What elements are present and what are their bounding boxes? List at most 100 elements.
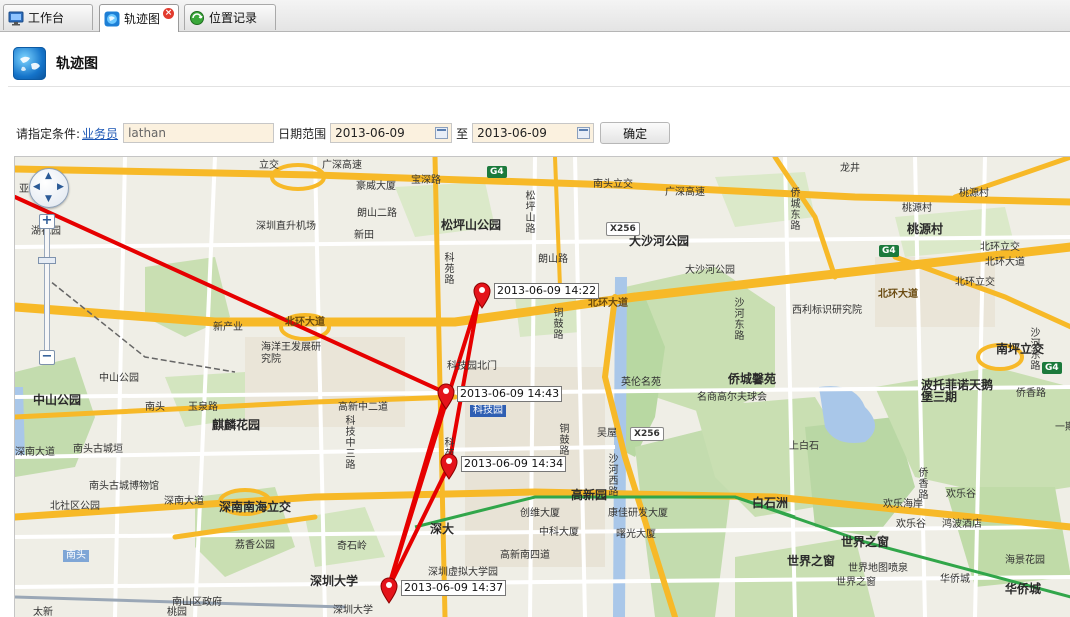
world-map-icon xyxy=(13,46,46,80)
map-label: 华侨城 xyxy=(940,574,970,585)
to-label: 至 xyxy=(456,126,469,141)
map-label: 欢乐谷 xyxy=(896,519,926,530)
track-marker-time: 2013-06-09 14:22 xyxy=(494,283,600,299)
track-marker[interactable] xyxy=(379,576,399,604)
map-label: 新田 xyxy=(354,230,374,241)
date-from-input[interactable]: 2013-06-09 xyxy=(330,123,453,143)
filter-bar: 请指定条件: 业务员 lathan 日期范围 2013-06-09 至 2013… xyxy=(16,122,671,144)
map-label: 朗山二路 xyxy=(357,208,397,219)
map-label: 世界地图喷泉 xyxy=(848,563,908,574)
tab-location-records-label: 位置记录 xyxy=(209,11,258,25)
track-marker-time: 2013-06-09 14:37 xyxy=(401,580,507,596)
map-label: 侨香路 xyxy=(916,467,927,500)
pan-right-icon[interactable]: ▶ xyxy=(57,183,64,192)
map-label: 高新中二道 xyxy=(338,402,388,413)
map-label: 科技中三路 xyxy=(343,415,354,470)
pan-control[interactable]: ▲ ▼ ◀ ▶ xyxy=(29,168,69,208)
map-label: 白石洲 xyxy=(752,496,789,510)
map-label: 英伦名苑 xyxy=(621,377,661,388)
map-label: 侨城东路 xyxy=(788,187,799,231)
date-to-input[interactable]: 2013-06-09 xyxy=(472,123,595,143)
track-marker-time: 2013-06-09 14:43 xyxy=(457,386,563,402)
map-label: 沙河东路 xyxy=(1028,327,1039,371)
pan-down-icon[interactable]: ▼ xyxy=(45,195,52,204)
map-label: 深南南海立交 xyxy=(219,500,292,514)
map-label: 名商高尔夫球会 xyxy=(697,392,767,403)
map-label: 高新南四道 xyxy=(500,550,550,561)
map-label: 桃源村 xyxy=(907,222,944,236)
map-label: 新产业 xyxy=(213,322,243,333)
map-label: 中山公园 xyxy=(99,373,139,384)
confirm-button[interactable]: 确定 xyxy=(600,122,671,144)
map-label: 南头古城垣 xyxy=(73,444,123,455)
map-label: 广深高速 xyxy=(322,160,362,171)
map-label: 玉泉路 xyxy=(188,402,218,413)
map-label: 深南大道 xyxy=(164,496,204,507)
condition-label: 请指定条件: xyxy=(16,126,81,141)
track-marker-time: 2013-06-09 14:34 xyxy=(461,456,567,472)
zoom-slider-thumb[interactable] xyxy=(38,257,56,264)
zoom-out-button[interactable]: − xyxy=(39,350,55,365)
track-marker[interactable] xyxy=(439,452,459,480)
tab-location-records[interactable]: 位置记录 xyxy=(184,4,276,30)
map-label: 深圳大学 xyxy=(310,574,359,588)
map-label: 世界之窗 xyxy=(841,535,890,549)
road-shield: X256 xyxy=(606,222,640,236)
calendar-icon[interactable] xyxy=(435,127,449,139)
map-label: 北环大道 xyxy=(285,317,325,328)
map-label: 铜鼓路 xyxy=(557,423,568,456)
map-pin-icon xyxy=(473,282,491,309)
map-label: 创维大厦 xyxy=(520,508,560,519)
map-label: 荔香公园 xyxy=(235,540,275,551)
header-divider xyxy=(8,86,1070,87)
map-label: 华侨城 xyxy=(1005,582,1042,596)
map-label: 科技园 xyxy=(470,405,506,417)
map-label: 波托菲诺天鹅堡三期 xyxy=(921,378,994,404)
map-label: 深圳直升机场 xyxy=(256,221,316,232)
map-pin-icon xyxy=(437,383,455,410)
map-label: 桃源村 xyxy=(959,188,989,199)
highway-shield: G4 xyxy=(487,166,507,178)
map-label: 欢乐谷 xyxy=(946,489,976,500)
map-label: 欢乐海岸 xyxy=(883,499,923,510)
map-label: 海景花园 xyxy=(1005,555,1045,566)
map-label: 松坪山路 xyxy=(523,190,534,234)
map-label: 世界之窗 xyxy=(836,577,876,588)
map-label: 中山公园 xyxy=(33,393,82,407)
salesman-input[interactable]: lathan xyxy=(123,123,275,143)
map-label: 桃源村 xyxy=(902,203,932,214)
map-label: 广深高速 xyxy=(665,187,705,198)
highway-shield: G4 xyxy=(1042,362,1062,374)
page-title: 轨迹图 xyxy=(56,56,98,72)
refresh-globe-icon xyxy=(189,10,205,26)
zoom-slider-track[interactable] xyxy=(44,227,50,353)
map-label: 立交 xyxy=(259,160,279,171)
map-label: 南头立交 xyxy=(593,179,633,190)
salesman-link[interactable]: 业务员 xyxy=(82,125,118,142)
tab-bar: 工作台 轨迹图 × 位置记录 xyxy=(0,0,1070,32)
map-label: 西利标识研究院 xyxy=(792,305,862,316)
map-label: 侨香路 xyxy=(1016,388,1046,399)
map-label: 南头 xyxy=(145,402,165,413)
track-map[interactable]: 立交 广深高速 宝深路 南头立交 广深高速 龙井 桃源村 桃源村 桃源村 亚总局… xyxy=(14,156,1070,617)
map-label: 大沙河公园 xyxy=(629,234,690,248)
map-label: 北环立交 xyxy=(955,277,995,288)
tab-track-map-label: 轨迹图 xyxy=(124,12,161,26)
map-label: 鸿波酒店 xyxy=(942,519,982,530)
close-icon[interactable]: × xyxy=(163,8,174,19)
track-marker[interactable] xyxy=(436,382,456,410)
pan-up-icon[interactable]: ▲ xyxy=(45,172,52,181)
map-pin-icon xyxy=(380,577,398,604)
map-label: 深大 xyxy=(430,522,455,536)
map-label: 海洋王发展研究院 xyxy=(261,342,321,365)
date-from-value: 2013-06-09 xyxy=(335,126,405,140)
pan-left-icon[interactable]: ◀ xyxy=(33,183,40,192)
tab-track-map[interactable]: 轨迹图 × xyxy=(99,4,179,32)
map-label: 中科大厦 xyxy=(539,527,579,538)
map-label: 侨城馨苑 xyxy=(728,372,777,386)
map-label: 曙光大厦 xyxy=(616,529,656,540)
track-marker[interactable] xyxy=(472,281,492,309)
zoom-in-button[interactable]: + xyxy=(39,214,55,229)
tab-workbench[interactable]: 工作台 xyxy=(3,4,93,30)
calendar-icon[interactable] xyxy=(577,127,591,139)
